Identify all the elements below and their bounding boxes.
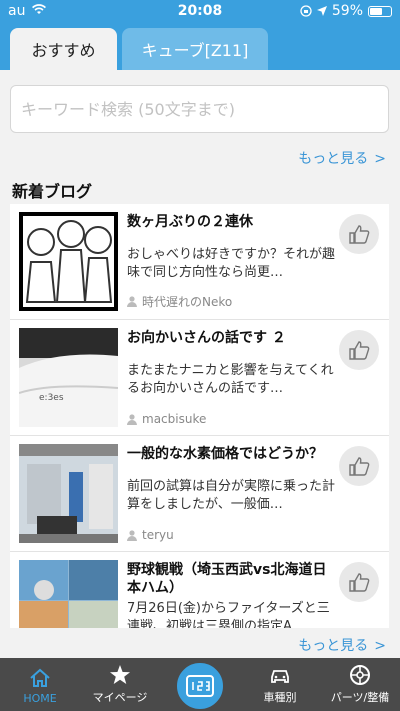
more-link-label: もっと見る: [298, 151, 369, 167]
post-excerpt: またまたナニカと影響を与えてくれるお向かいさんの話です…: [127, 363, 334, 396]
chevron-right-icon: >: [374, 638, 386, 654]
location-icon: [316, 6, 327, 16]
center-logo-icon: [186, 675, 214, 697]
list-item[interactable]: e:3es お向かいさんの話です ２ またまたナニカと影響を与えてくれるお向かい…: [10, 320, 389, 436]
post-title: 野球観戦（埼玉西武vs北海道日本ハム）: [127, 562, 327, 596]
nav-car-models[interactable]: 車種別: [240, 658, 320, 711]
status-bar: au 20:08 59%: [0, 0, 400, 22]
thumbs-up-icon: [349, 341, 370, 360]
battery-fill: [370, 7, 382, 15]
author-name: 時代遅れのNeko: [142, 295, 233, 309]
post-thumbnail: e:3es: [19, 328, 118, 427]
like-button[interactable]: [339, 446, 379, 486]
list-item[interactable]: 一般的な水素価格ではどうか？ 前回の試算は自分が実際に乗った計算をしましたが、一…: [10, 436, 389, 552]
post-title: 数ヶ月ぶりの２連休: [127, 214, 253, 230]
user-icon: [127, 296, 137, 307]
center-logo-button[interactable]: [174, 660, 226, 711]
search-input[interactable]: [10, 85, 389, 133]
nav-mypage-label: マイページ: [92, 691, 148, 704]
tab-cube-z11[interactable]: キューブ[Z11]: [122, 28, 268, 70]
nav-parts-label: パーツ/整備: [330, 691, 390, 704]
post-author: teryu: [127, 528, 174, 542]
nav-parts[interactable]: パーツ/整備: [320, 658, 400, 711]
thumbs-up-icon: [349, 457, 370, 476]
user-icon: [127, 413, 137, 425]
post-thumbnail: [19, 212, 118, 311]
like-button[interactable]: [339, 562, 379, 602]
nav-home-label: HOME: [23, 692, 57, 705]
tab-recommended[interactable]: おすすめ: [10, 28, 117, 70]
more-link-bottom[interactable]: もっと見る >: [298, 635, 386, 655]
post-excerpt: 7月26日(金)からファイターズと三連戦、初戦は三塁側の指定A…: [127, 601, 330, 628]
list-item[interactable]: 野球観戦（埼玉西武vs北海道日本ハム） 7月26日(金)からファイターズと三連戦…: [10, 552, 389, 628]
star-icon: [110, 665, 130, 684]
author-name: teryu: [142, 528, 174, 542]
nav-car-models-label: 車種別: [263, 691, 297, 704]
battery-percent: 59%: [331, 3, 363, 19]
like-button[interactable]: [339, 214, 379, 254]
home-icon: [30, 668, 50, 687]
section-title: 新着ブログ: [12, 182, 93, 201]
post-author: macbisuke: [127, 412, 206, 426]
svg-text:e:3es: e:3es: [39, 393, 64, 403]
list-item[interactable]: 数ヶ月ぶりの２連休 おしゃべりは好きですか？それが趣味で同じ方向性なら尚更… 時…: [10, 204, 389, 320]
rotation-lock-icon: [300, 5, 312, 17]
post-title: お向かいさんの話です ２: [127, 330, 286, 346]
status-right: 59%: [300, 3, 392, 19]
more-link-top[interactable]: もっと見る >: [298, 148, 386, 168]
more-link-label: もっと見る: [298, 638, 369, 654]
user-icon: [127, 529, 137, 541]
post-excerpt: 前回の試算は自分が実際に乗った計算をしましたが、一般価…: [127, 479, 336, 512]
wheel-icon: [350, 665, 370, 685]
post-thumbnail: [19, 444, 118, 543]
like-button[interactable]: [339, 330, 379, 370]
car-icon: [271, 670, 289, 683]
battery-icon: [368, 5, 392, 17]
thumbs-up-icon: [349, 573, 370, 592]
post-title: 一般的な水素価格ではどうか？: [127, 446, 323, 462]
nav-mypage[interactable]: マイページ: [80, 658, 160, 711]
nav-home[interactable]: HOME: [0, 658, 80, 711]
chevron-right-icon: >: [374, 151, 386, 167]
author-name: macbisuke: [142, 412, 207, 426]
thumbs-up-icon: [349, 225, 370, 244]
post-author: 時代遅れのNeko: [127, 293, 232, 310]
post-thumbnail: [19, 560, 118, 628]
post-excerpt: おしゃべりは好きですか？それが趣味で同じ方向性なら尚更…: [127, 247, 336, 280]
header: おすすめ キューブ[Z11]: [0, 22, 400, 70]
blog-list: 数ヶ月ぶりの２連休 おしゃべりは好きですか？それが趣味で同じ方向性なら尚更… 時…: [10, 204, 389, 628]
